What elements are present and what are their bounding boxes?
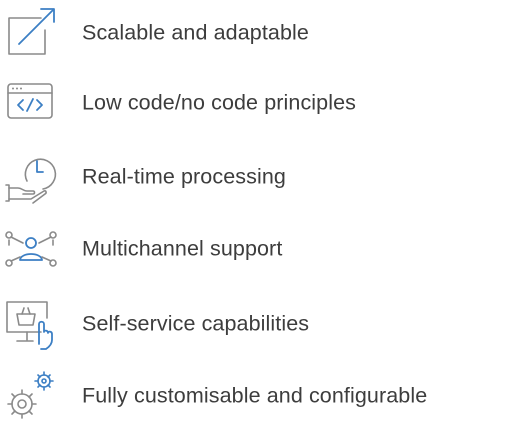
feature-item-customisable: Fully customisable and configurable xyxy=(0,366,506,426)
gears-icon xyxy=(3,366,59,426)
feature-label: Scalable and adaptable xyxy=(82,20,309,45)
feature-item-scalable: Scalable and adaptable xyxy=(0,3,506,63)
clock-hand-icon xyxy=(3,147,59,207)
feature-item-multichannel: Multichannel support xyxy=(0,219,506,279)
feature-label: Low code/no code principles xyxy=(82,90,357,115)
feature-list: Scalable and adaptable Low code/no code … xyxy=(0,0,506,419)
self-service-kiosk-icon xyxy=(3,294,59,354)
feature-label: Multichannel support xyxy=(82,236,283,261)
feature-label: Self-service capabilities xyxy=(82,311,310,336)
feature-item-low-code: Low code/no code principles xyxy=(0,73,506,133)
network-people-icon xyxy=(3,219,59,279)
feature-label: Fully customisable and configurable xyxy=(82,383,428,408)
feature-item-self-service: Self-service capabilities xyxy=(0,294,506,354)
feature-label: Real-time processing xyxy=(82,164,286,189)
code-window-icon xyxy=(3,73,59,133)
scale-arrow-icon xyxy=(3,3,59,63)
feature-item-real-time: Real-time processing xyxy=(0,147,506,207)
